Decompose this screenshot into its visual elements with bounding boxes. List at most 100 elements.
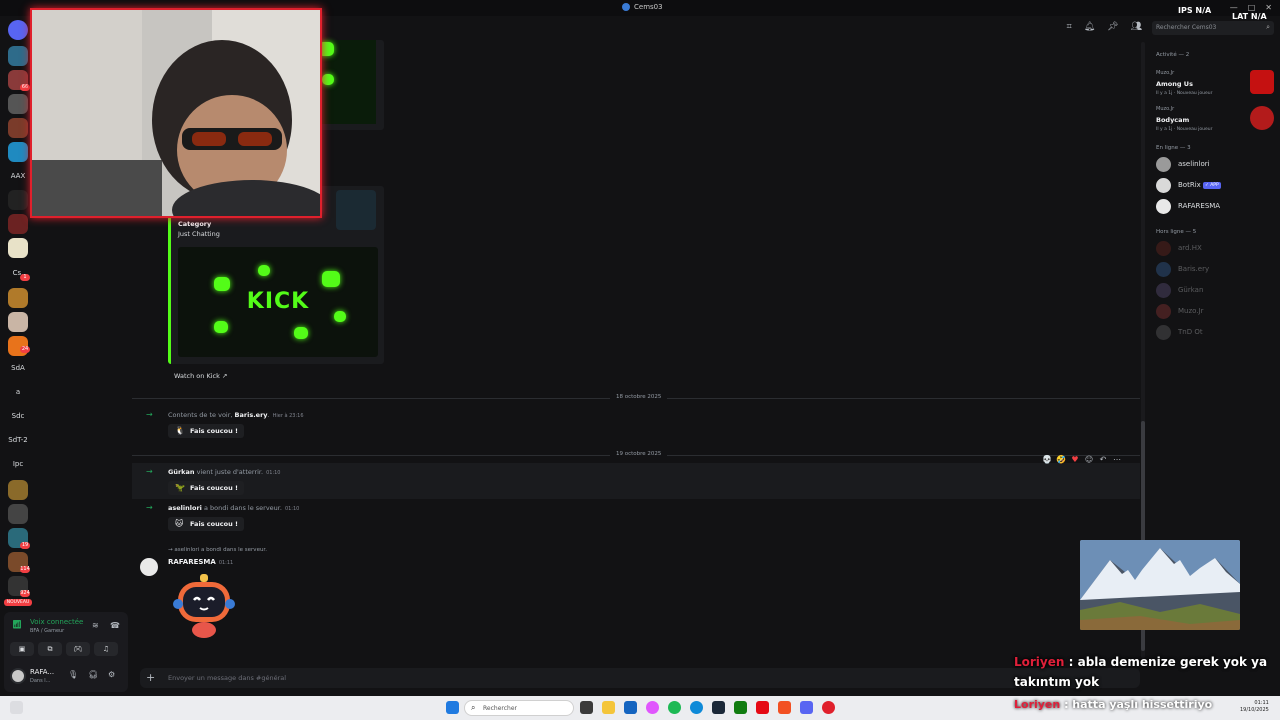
server-icon[interactable] (8, 214, 28, 234)
member-item[interactable]: aselinlori (1156, 156, 1274, 174)
spotify-icon[interactable] (668, 701, 681, 714)
start-icon[interactable] (446, 701, 459, 714)
camera-button[interactable]: ▣ (10, 642, 34, 656)
server-icon[interactable] (8, 118, 28, 138)
disconnect-icon[interactable]: ☎ (110, 621, 120, 630)
reply-preview[interactable]: → aselinlori a bondi dans le serveur. (168, 547, 267, 553)
office-icon[interactable] (778, 701, 791, 714)
widgets-icon[interactable] (10, 701, 23, 714)
edge-icon[interactable] (690, 701, 703, 714)
avatar (1156, 283, 1171, 298)
server-icon[interactable] (8, 94, 28, 114)
username-link[interactable]: Baris.ery (235, 411, 268, 419)
embed-image[interactable]: KICK (178, 247, 378, 357)
unread-badge: 924 (20, 590, 30, 597)
server-label[interactable]: AAX (4, 172, 32, 180)
wave-button[interactable]: 🦖 Fais coucou ! (168, 481, 244, 495)
wave-button[interactable]: 🐱 Fais coucou ! (168, 517, 244, 531)
search-icon: ⌕ (471, 703, 476, 712)
picture-in-picture-video[interactable] (1080, 540, 1240, 630)
xbox-icon[interactable] (734, 701, 747, 714)
reply-icon[interactable]: ↶ (1098, 455, 1108, 464)
gear-icon[interactable]: ⚙ (108, 670, 115, 679)
task-view-icon[interactable] (580, 701, 593, 714)
embed-thumbnail (336, 190, 376, 230)
server-icon[interactable] (8, 46, 28, 66)
heart-reaction-icon[interactable]: ♥ (1070, 455, 1080, 464)
watch-on-kick-button[interactable]: Watch on Kick ↗ (170, 368, 232, 384)
skull-reaction-icon[interactable]: 💀 (1042, 455, 1052, 464)
server-icon[interactable] (8, 142, 28, 162)
laugh-reaction-icon[interactable]: 🤣 (1056, 455, 1066, 464)
attach-plus-icon[interactable]: + (146, 671, 155, 684)
activity-button[interactable]: 🎮︎ (66, 642, 90, 656)
app-icon[interactable] (646, 701, 659, 714)
window-controls: — □ ✕ (1230, 3, 1272, 12)
avatar (1156, 199, 1171, 214)
message-author[interactable]: RAFARESMA 01:11 (168, 558, 233, 566)
threads-icon[interactable]: ⌗ (1067, 22, 1072, 32)
server-label[interactable]: SdT-2 (4, 436, 32, 444)
steam-icon[interactable] (712, 701, 725, 714)
signal-icon[interactable]: 📶︎ (12, 620, 22, 629)
voice-status[interactable]: Voix connectée (30, 618, 83, 626)
headphones-icon[interactable]: 🎧︎ (88, 670, 98, 679)
members-icon[interactable]: 👥︎ (1131, 22, 1142, 32)
join-arrow-icon: → (146, 410, 153, 419)
member-item[interactable]: TnD Ot (1156, 324, 1274, 342)
system-clock[interactable]: 01:11 19/10/2025 (1240, 700, 1269, 714)
member-item[interactable]: ard.HX (1156, 240, 1274, 258)
server-icon[interactable] (8, 288, 28, 308)
server-icon[interactable] (8, 190, 28, 210)
server-icon[interactable] (8, 480, 28, 500)
server-label[interactable]: SdA (4, 364, 32, 372)
avatar[interactable] (10, 668, 26, 684)
obs-icon[interactable] (822, 701, 835, 714)
wave-button[interactable]: 🐧 Fais coucou ! (168, 424, 244, 438)
file-explorer-icon[interactable] (602, 701, 615, 714)
member-item[interactable]: Baris.ery (1156, 261, 1274, 279)
pin-icon[interactable]: 📌︎ (1107, 22, 1118, 32)
username[interactable]: RAFA... (30, 668, 54, 676)
server-icon[interactable] (8, 504, 28, 524)
search-input[interactable]: Rechercher Cems03 ⌕ (1152, 21, 1274, 35)
message-composer[interactable]: + Envoyer un message dans #général (140, 668, 1140, 688)
webcam-overlay (30, 8, 322, 218)
maximize-icon[interactable]: □ (1248, 3, 1256, 12)
add-reaction-icon[interactable]: ☺ (1084, 455, 1094, 464)
game-art (1250, 70, 1274, 94)
discord-home-icon[interactable] (8, 20, 28, 40)
discord-icon[interactable] (800, 701, 813, 714)
server-icon[interactable] (8, 238, 28, 258)
server-icon[interactable] (8, 312, 28, 332)
activity-card[interactable]: Muzo.Jr Among Us Il y a 1j · Nouveau jou… (1152, 70, 1276, 102)
bell-icon[interactable]: 🔔︎ (1084, 22, 1095, 32)
voice-channel[interactable]: BFA / Gameur (30, 628, 64, 634)
server-label[interactable]: Ipc (4, 460, 32, 468)
server-label[interactable]: a (4, 388, 32, 396)
message-input[interactable]: Envoyer un message dans #général (168, 674, 286, 682)
member-item[interactable]: RAFARESMA (1156, 198, 1274, 216)
app-badge: ✓ APP (1203, 181, 1221, 189)
noise-suppression-icon[interactable]: ≋ (92, 621, 99, 630)
avatar[interactable] (140, 558, 158, 576)
taskbar-search[interactable]: ⌕ Rechercher (464, 700, 574, 716)
server-label[interactable]: Sdc (4, 412, 32, 420)
username-link[interactable]: Gürkan (168, 468, 195, 476)
activity-card[interactable]: Muzo.Jr Bodycam Il y a 1j · Nouveau joue… (1152, 106, 1276, 138)
soundboard-button[interactable]: ♫ (94, 642, 118, 656)
minimize-icon[interactable]: — (1230, 3, 1238, 12)
member-item[interactable]: Muzo.Jr (1156, 303, 1274, 321)
avatar (1156, 262, 1171, 277)
mic-icon[interactable]: 🎙︎ (68, 670, 78, 679)
unread-badge: 1 (20, 274, 30, 281)
username-link[interactable]: aselinlori (168, 504, 202, 512)
member-item[interactable]: Gürkan (1156, 282, 1274, 300)
netflix-icon[interactable] (756, 701, 769, 714)
member-item[interactable]: BotRix ✓ APP (1156, 177, 1274, 195)
screen-share-button[interactable]: ⧉ (38, 642, 62, 656)
more-icon[interactable]: ⋯ (1112, 455, 1122, 464)
search-icon: ⌕ (1266, 23, 1270, 31)
close-icon[interactable]: ✕ (1265, 3, 1272, 12)
mail-icon[interactable] (624, 701, 637, 714)
